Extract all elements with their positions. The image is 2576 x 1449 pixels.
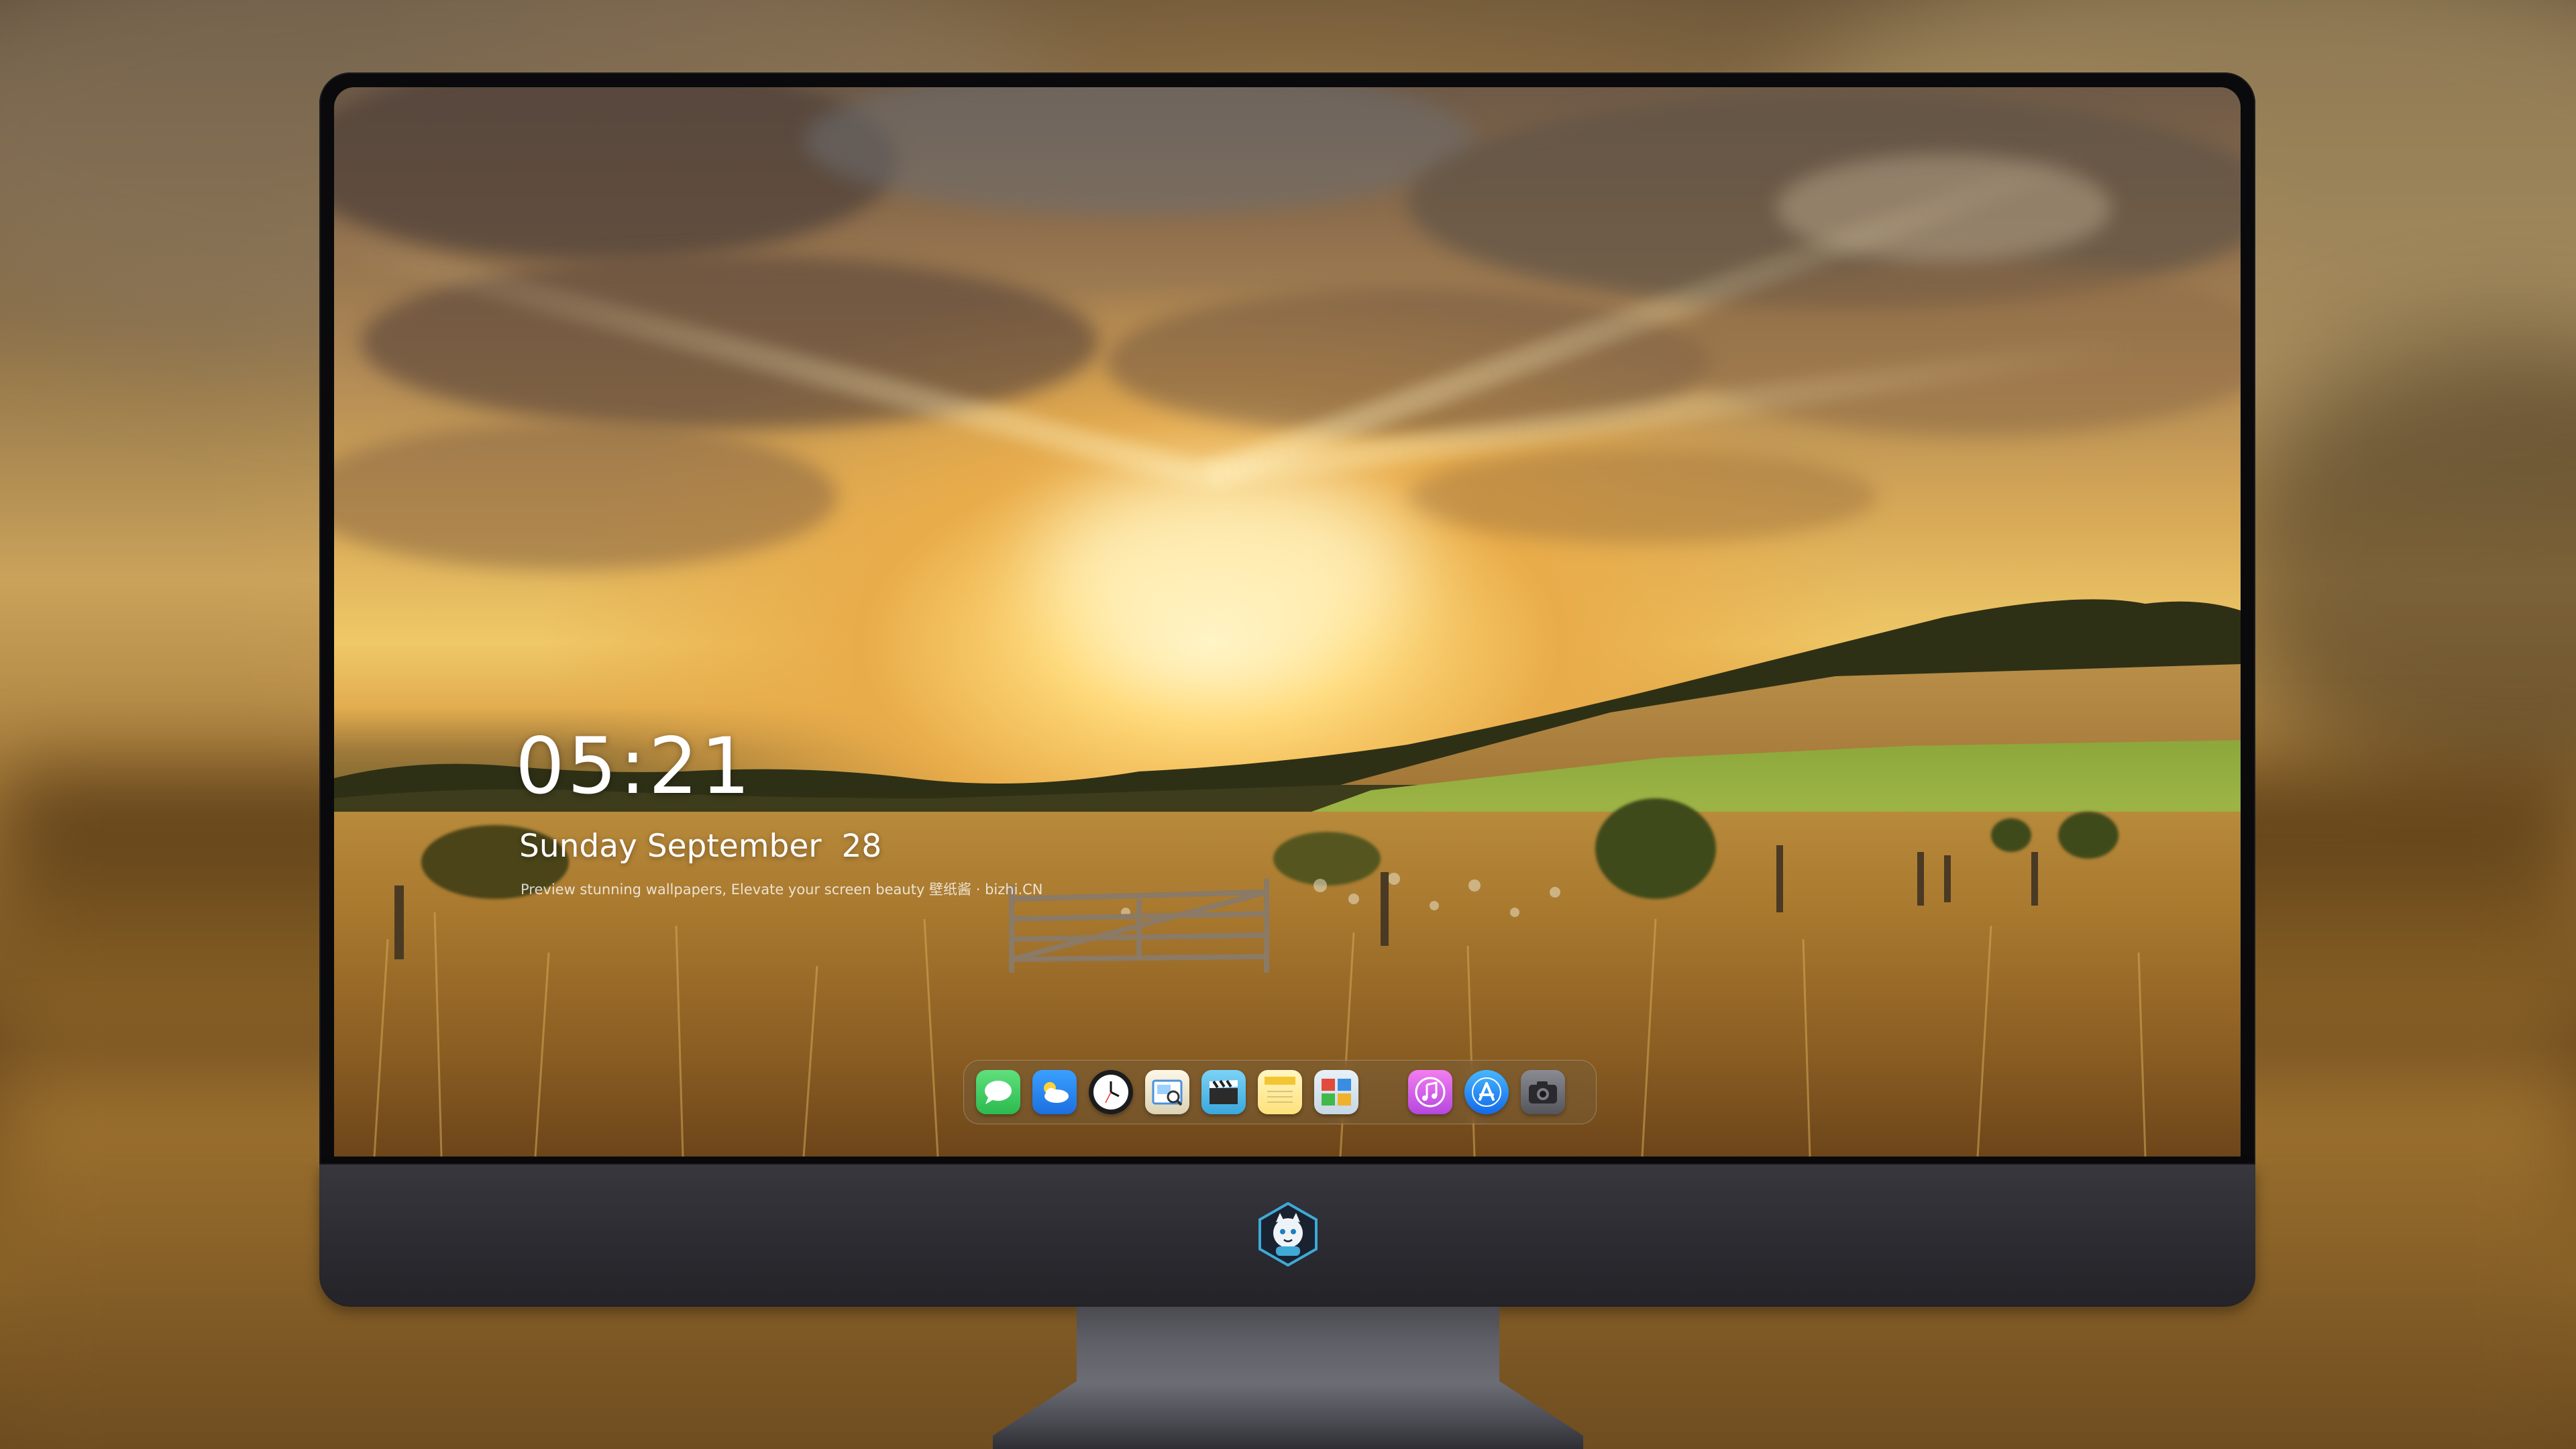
app-store-icon [1472, 1077, 1501, 1107]
clock-icon [1093, 1075, 1128, 1110]
dock-app-clock[interactable] [1089, 1070, 1133, 1114]
photo-booth-icon [1322, 1079, 1351, 1106]
lock-screen-date: Sunday September 28 [519, 828, 882, 865]
dock-app-notes[interactable] [1258, 1070, 1302, 1114]
notes-icon [1265, 1077, 1295, 1103]
dock [963, 1060, 1597, 1124]
preview-icon [1152, 1079, 1183, 1106]
dock-app-preview[interactable] [1145, 1070, 1189, 1114]
dock-app-messages[interactable] [976, 1070, 1020, 1114]
dock-app-itunes[interactable] [1408, 1070, 1452, 1114]
cloud [804, 87, 1474, 215]
dock-app-clips[interactable] [1201, 1070, 1246, 1114]
dock-app-weather[interactable] [1032, 1070, 1077, 1114]
music-note-icon [1415, 1077, 1446, 1108]
monitor-bezel: 05:21 Sunday September 28 Preview stunni… [319, 72, 2255, 1165]
dock-app-camera[interactable] [1521, 1070, 1565, 1114]
camera-icon [1529, 1081, 1557, 1104]
dock-app-photo-booth[interactable] [1314, 1070, 1358, 1114]
desktop-background: 05:21 Sunday September 28 Preview stunni… [0, 0, 2576, 1449]
imac-monitor: 05:21 Sunday September 28 Preview stunni… [319, 72, 2255, 1307]
lock-screen-clock: 05:21 [515, 721, 753, 812]
monitor-stand-neck [1077, 1307, 1499, 1387]
wallpaper-tagline: Preview stunning wallpapers, Elevate you… [521, 881, 1043, 898]
mascot-logo [1258, 1202, 1318, 1267]
clapperboard-icon [1210, 1079, 1238, 1104]
monitor-stand-base [993, 1382, 1583, 1449]
dock-app-app-store[interactable] [1464, 1070, 1509, 1114]
cloud [334, 87, 898, 262]
lock-screen[interactable]: 05:21 Sunday September 28 Preview stunni… [334, 87, 2241, 1157]
messages-icon [985, 1081, 1012, 1104]
weather-icon [1044, 1082, 1069, 1103]
